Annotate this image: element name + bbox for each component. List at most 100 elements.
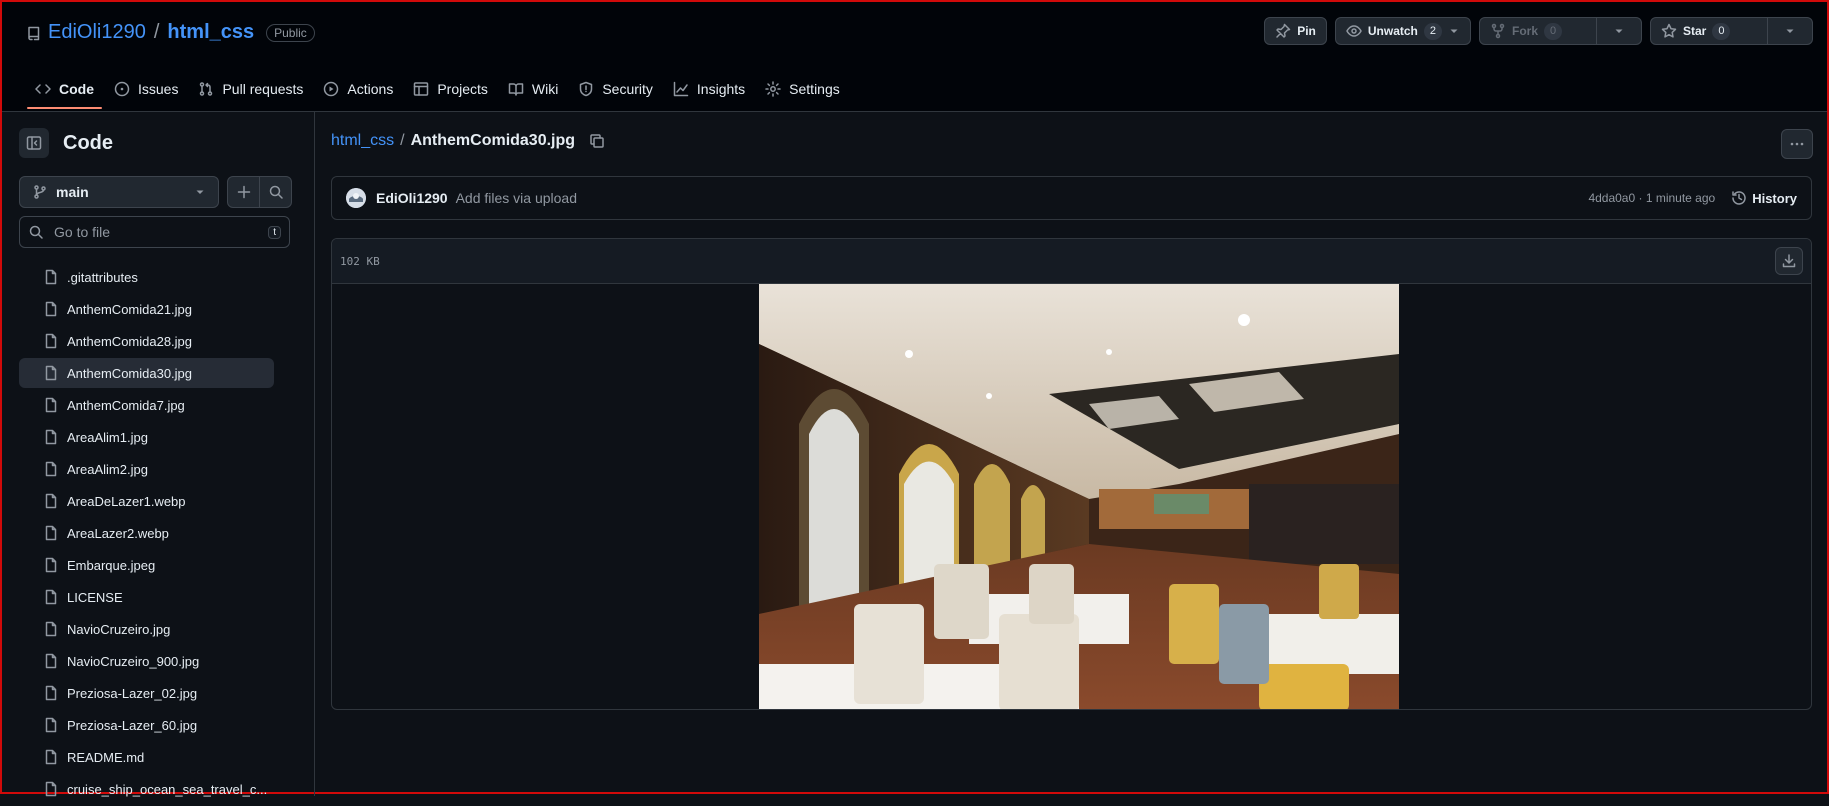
star-dropdown[interactable] xyxy=(1767,18,1812,44)
keyboard-shortcut-hint: t xyxy=(268,225,281,239)
file-name: AnthemComida7.jpg xyxy=(67,397,185,413)
repo-name-link[interactable]: html_css xyxy=(167,21,254,44)
search-icon xyxy=(28,224,44,240)
file-tree-item[interactable]: LICENSE xyxy=(19,582,274,612)
repo-actions: Pin Unwatch 2 Fork 0 Star 0 xyxy=(1264,17,1813,45)
more-options-button[interactable] xyxy=(1781,129,1813,159)
file-tree-item[interactable]: Embarque.jpeg xyxy=(19,550,274,580)
tab-issues-label: Issues xyxy=(138,81,179,97)
file-name: AreaAlim2.jpg xyxy=(67,461,148,477)
file-icon xyxy=(43,493,59,509)
fork-count: 0 xyxy=(1544,22,1563,40)
file-tree-item[interactable]: Preziosa-Lazer_60.jpg xyxy=(19,710,274,740)
copy-path-icon[interactable] xyxy=(589,133,605,149)
commit-author[interactable]: EdiOli1290 xyxy=(376,190,448,206)
latest-commit-bar: EdiOli1290 Add files via upload 4dda0a0 … xyxy=(331,176,1812,220)
file-name: Preziosa-Lazer_02.jpg xyxy=(67,685,198,701)
history-button[interactable]: History xyxy=(1731,190,1797,206)
tab-code-label: Code xyxy=(59,81,94,97)
fork-dropdown[interactable] xyxy=(1596,18,1641,44)
visibility-badge: Public xyxy=(266,23,315,42)
download-icon xyxy=(1781,253,1797,269)
tree-actions xyxy=(227,176,292,208)
tab-issues[interactable]: Issues xyxy=(106,73,186,105)
file-name: AreaAlim1.jpg xyxy=(67,429,148,445)
file-tree-item[interactable]: AreaDeLazer1.webp xyxy=(19,486,274,516)
breadcrumb-separator: / xyxy=(400,132,405,149)
repo-owner-link[interactable]: EdiOli1290 xyxy=(48,21,146,44)
tab-actions[interactable]: Actions xyxy=(315,73,401,105)
tab-actions-label: Actions xyxy=(347,81,394,97)
go-to-file-input[interactable] xyxy=(52,223,261,241)
file-tree-item[interactable]: AreaAlim2.jpg xyxy=(19,454,274,484)
file-name: LICENSE xyxy=(67,589,123,605)
file-tree-item[interactable]: .gitattributes xyxy=(19,262,274,292)
file-icon xyxy=(43,749,59,765)
add-file-button[interactable] xyxy=(228,177,259,207)
pin-icon xyxy=(1275,23,1291,39)
tab-wiki-label: Wiki xyxy=(531,81,559,97)
table-icon xyxy=(413,81,429,97)
file-icon xyxy=(43,621,59,637)
history-label: History xyxy=(1752,190,1797,206)
collapse-sidebar-button[interactable] xyxy=(19,128,49,158)
star-button[interactable]: Star 0 xyxy=(1650,17,1813,45)
file-tree-item[interactable]: Preziosa-Lazer_02.jpg xyxy=(19,678,274,708)
file-icon xyxy=(43,365,59,381)
plus-icon xyxy=(236,184,252,200)
tab-code[interactable]: Code xyxy=(27,73,102,109)
file-tree-item[interactable]: AnthemComida30.jpg xyxy=(19,358,274,388)
file-icon xyxy=(43,397,59,413)
search-icon xyxy=(268,184,284,200)
tab-insights[interactable]: Insights xyxy=(665,73,753,105)
unwatch-button[interactable]: Unwatch 2 xyxy=(1334,17,1471,45)
avatar[interactable] xyxy=(346,188,366,208)
repo-header: EdiOli1290 / html_css Public Pin Unwatch… xyxy=(2,2,1827,112)
breadcrumb-repo-link[interactable]: html_css xyxy=(331,132,394,150)
file-tree-item[interactable]: NavioCruzeiro.jpg xyxy=(19,614,274,644)
repo-nav-tabs: Code Issues Pull requests Actions Projec… xyxy=(27,73,848,109)
file-name: Preziosa-Lazer_60.jpg xyxy=(67,717,198,733)
chevron-down-icon xyxy=(194,186,206,198)
file-name: Embarque.jpeg xyxy=(67,557,156,573)
play-icon xyxy=(323,81,339,97)
commit-meta[interactable]: 4dda0a0 · 1 minute ago xyxy=(1588,191,1715,205)
tab-pull-requests[interactable]: Pull requests xyxy=(190,73,311,105)
eye-icon xyxy=(1346,23,1362,39)
fork-button[interactable]: Fork 0 xyxy=(1479,17,1642,45)
tab-wiki[interactable]: Wiki xyxy=(500,73,566,105)
file-tree-item[interactable]: AnthemComida7.jpg xyxy=(19,390,274,420)
file-icon xyxy=(43,653,59,669)
file-tree-item[interactable]: AreaLazer2.webp xyxy=(19,518,274,548)
file-tree-item[interactable]: AnthemComida21.jpg xyxy=(19,294,274,324)
tab-settings[interactable]: Settings xyxy=(757,73,848,105)
file-tree-item[interactable]: cruise_ship_ocean_sea_travel_c... xyxy=(19,774,274,804)
file-tree-item[interactable]: AnthemComida28.jpg xyxy=(19,326,274,356)
search-files-button[interactable] xyxy=(259,177,291,207)
file-name: AnthemComida30.jpg xyxy=(67,365,193,381)
file-icon xyxy=(43,461,59,477)
book-icon xyxy=(508,81,524,97)
pin-button[interactable]: Pin xyxy=(1264,17,1327,45)
file-tree-item[interactable]: README.md xyxy=(19,742,274,772)
file-icon xyxy=(43,333,59,349)
file-tree-item[interactable]: NavioCruzeiro_900.jpg xyxy=(19,646,274,676)
file-icon xyxy=(43,781,59,797)
tab-projects[interactable]: Projects xyxy=(405,73,496,105)
file-name: AreaLazer2.webp xyxy=(67,525,169,541)
chevron-down-icon xyxy=(1784,25,1796,37)
breadcrumb: html_css / AnthemComida30.jpg xyxy=(331,132,605,150)
download-raw-button[interactable] xyxy=(1775,247,1803,275)
file-icon xyxy=(43,269,59,285)
file-viewer-header: 102 KB xyxy=(332,239,1811,284)
go-to-file-field[interactable]: t xyxy=(19,216,290,248)
star-count: 0 xyxy=(1712,22,1731,40)
tab-security[interactable]: Security xyxy=(570,73,661,105)
commit-message[interactable]: Add files via upload xyxy=(456,190,577,206)
file-name: AreaDeLazer1.webp xyxy=(67,493,186,509)
branch-selector[interactable]: main xyxy=(19,176,219,208)
file-name: .gitattributes xyxy=(67,269,138,285)
file-icon xyxy=(43,301,59,317)
file-tree-item[interactable]: AreaAlim1.jpg xyxy=(19,422,274,452)
file-icon xyxy=(43,589,59,605)
